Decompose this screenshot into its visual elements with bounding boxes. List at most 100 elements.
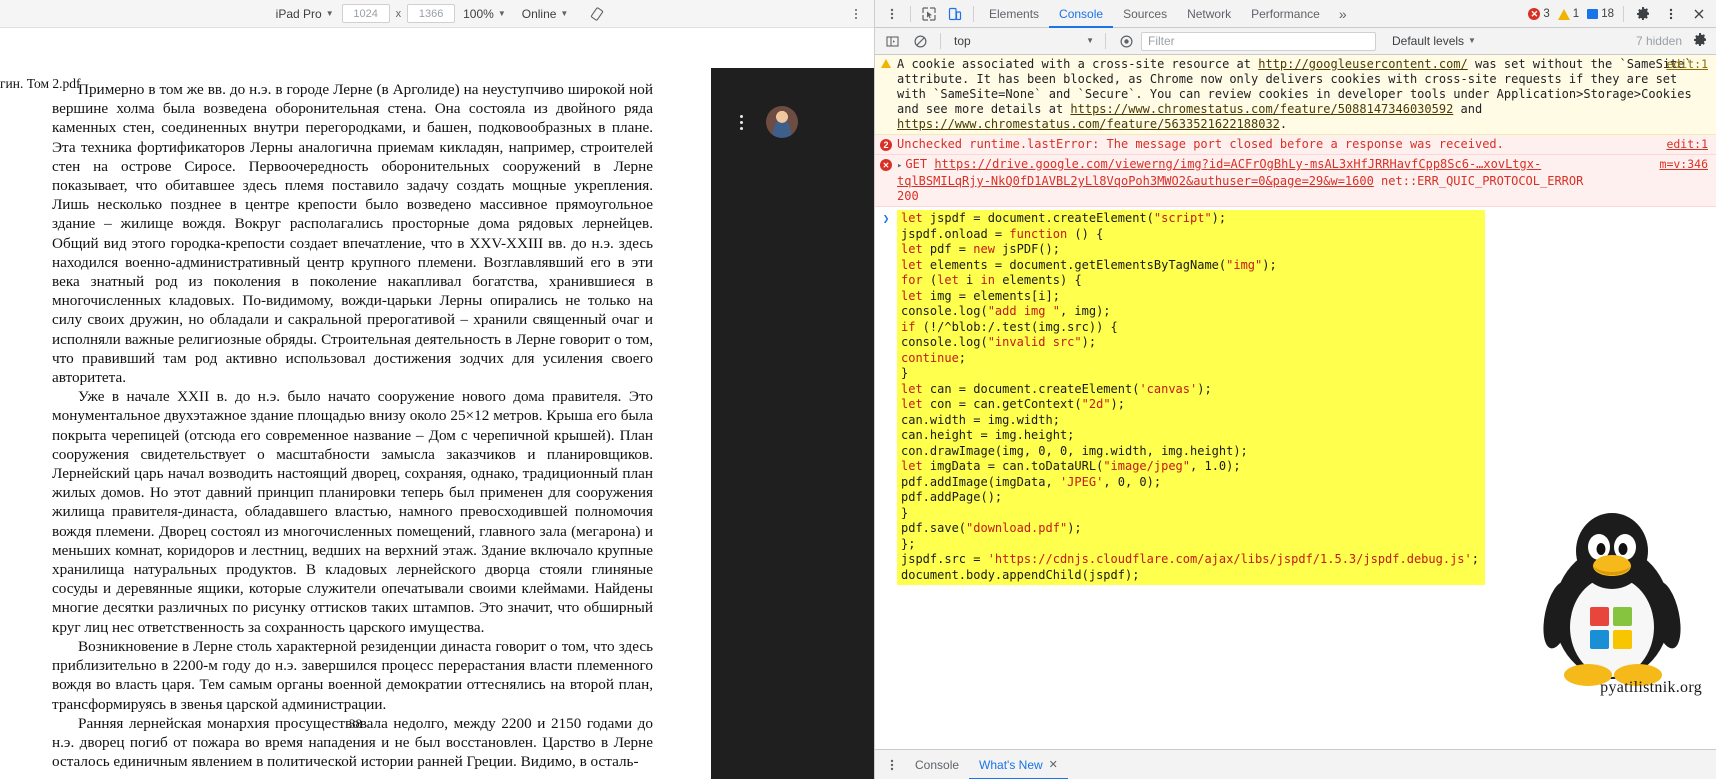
throttling-selector[interactable]: Online ▼ (514, 4, 577, 24)
device-selector-label: iPad Pro (275, 6, 322, 21)
error-counter[interactable]: ✕ 3 (1525, 8, 1552, 20)
page-preview-pane: iPad Pro ▼ x 100% ▼ Online ▼ (0, 0, 875, 779)
info-count: 18 (1601, 8, 1614, 20)
inspect-element-icon[interactable] (916, 2, 942, 26)
error-count: 2 (880, 139, 892, 151)
drive-more-options-icon[interactable] (735, 114, 747, 130)
chevron-down-icon: ▼ (560, 8, 569, 18)
console-code-snippet[interactable]: let jspdf = document.createElement("scri… (897, 210, 1485, 585)
dot (855, 8, 857, 11)
text-segment: and (1453, 102, 1490, 116)
warning-count: 1 (1572, 8, 1580, 20)
error-count: 3 (1543, 8, 1550, 20)
error-circle-icon: ✕ (1528, 8, 1541, 20)
device-more-options-icon[interactable] (848, 6, 864, 22)
zoom-selector[interactable]: 100% ▼ (455, 4, 514, 24)
devtools-main-menu-icon[interactable] (1658, 2, 1684, 26)
console-message-text: ▸ GET https://drive.google.com/viewerng/i… (897, 157, 1716, 204)
toggle-device-toolbar-icon[interactable] (942, 2, 968, 26)
chevron-down-icon: ▼ (1086, 36, 1094, 45)
tab-network[interactable]: Network (1177, 0, 1241, 28)
emulated-viewport[interactable]: гин. Том 2.pdf Примерно в том же вв. до … (0, 28, 874, 779)
text-segment: GET (905, 157, 935, 171)
message-source-link[interactable]: m=v:346 (1660, 157, 1708, 172)
console-message-list[interactable]: A cookie associated with a cross-site re… (875, 55, 1716, 749)
expand-arrow-icon[interactable]: ▸ (897, 161, 902, 171)
device-height-input[interactable] (407, 4, 456, 23)
console-message-text: Unchecked runtime.lastError: The message… (897, 137, 1504, 151)
info-message-icon (1587, 9, 1599, 19)
text-segment: net::ERR_QUIC_PROTOCOL_ERROR (1373, 174, 1584, 188)
device-selector[interactable]: iPad Pro ▼ (268, 4, 342, 24)
devtools-panel: Elements Console Sources Network Perform… (875, 0, 1716, 779)
console-filter-toolbar: top ▼ Default levels ▼ 7 hidden (875, 28, 1716, 55)
drive-viewer-chrome (711, 68, 874, 779)
close-icon[interactable]: ✕ (1049, 750, 1058, 779)
document-title-clipped: гин. Том 2.pdf (0, 76, 81, 91)
divider (973, 5, 974, 22)
console-evaluated-expression[interactable]: ❯ let jspdf = document.createElement("sc… (875, 207, 1716, 589)
device-width-input[interactable] (341, 4, 390, 23)
drawer-more-options-icon[interactable] (879, 753, 905, 777)
tab-performance[interactable]: Performance (1241, 0, 1330, 28)
drawer-tab-label: What's New (979, 757, 1043, 772)
divider (940, 33, 941, 49)
console-sidebar-icon[interactable] (879, 29, 905, 53)
divider (910, 5, 911, 22)
console-message-warning[interactable]: A cookie associated with a cross-site re… (875, 55, 1716, 135)
avatar[interactable] (766, 106, 798, 138)
zoom-selector-label: 100% (463, 6, 494, 21)
execution-context-label: top (954, 34, 971, 48)
tab-elements[interactable]: Elements (979, 0, 1049, 28)
console-message-network-error[interactable]: ▸GET https://drive.google.com/viewerng/i… (875, 155, 1716, 207)
device-emulation-toolbar: iPad Pro ▼ x 100% ▼ Online ▼ (0, 0, 874, 28)
expand-arrow-icon[interactable]: ❯ (875, 210, 897, 585)
rotate-icon[interactable] (588, 5, 606, 23)
execution-context-selector[interactable]: top ▼ (948, 31, 1098, 51)
log-levels-selector[interactable]: Default levels ▼ (1384, 31, 1484, 51)
text-segment: 200 (897, 189, 919, 203)
tab-sources[interactable]: Sources (1113, 0, 1177, 28)
chevron-down-icon: ▼ (497, 8, 506, 18)
link[interactable]: http://googleusercontent.com/ (1258, 57, 1468, 71)
tab-console[interactable]: Console (1049, 0, 1113, 28)
drawer-tab-console[interactable]: Console (905, 750, 969, 779)
paragraph: Уже в начале XXII в. до н.э. было начато… (52, 388, 653, 636)
chevron-down-icon: ▼ (1468, 36, 1476, 45)
gear-icon[interactable] (1630, 2, 1656, 26)
clear-console-icon[interactable] (907, 29, 933, 53)
devtools-window: iPad Pro ▼ x 100% ▼ Online ▼ (0, 0, 1716, 779)
chevron-double-right-icon[interactable]: » (1330, 6, 1356, 22)
console-message-error[interactable]: 2 Unchecked runtime.lastError: The messa… (875, 135, 1716, 155)
console-settings-gear-icon[interactable] (1692, 32, 1710, 50)
throttling-selector-label: Online (521, 6, 557, 21)
info-counter[interactable]: 18 (1584, 8, 1617, 20)
warning-triangle-icon (875, 57, 897, 132)
message-source-link[interactable]: edit:1 (1666, 137, 1708, 152)
paragraph: Возникновение в Лерне столь характерной … (52, 637, 653, 713)
text-segment: . (1279, 117, 1288, 131)
divider (1623, 6, 1624, 22)
paragraph: Примерно в том же вв. до н.э. в городе Л… (52, 81, 653, 387)
close-icon[interactable] (1686, 2, 1712, 26)
devtools-tabbar-actions: ✕ 3 1 18 (1525, 0, 1712, 28)
dot (739, 120, 743, 124)
link[interactable]: https://drive.google.com/viewerng/img?id… (934, 157, 1541, 171)
error-count-badge-icon: 2 (875, 137, 897, 152)
warning-counter[interactable]: 1 (1555, 8, 1582, 20)
watermark-caption: pyatilistnik.org (1600, 679, 1702, 696)
link[interactable]: https://www.chromestatus.com/feature/563… (897, 117, 1280, 131)
console-filter-input[interactable] (1141, 31, 1376, 51)
link[interactable]: https://www.chromestatus.com/feature/508… (1070, 102, 1453, 116)
live-expression-icon[interactable] (1113, 29, 1139, 53)
devtools-drawer-tabbar: Console What's New ✕ (875, 749, 1716, 779)
text-segment: A cookie associated with a cross-site re… (897, 57, 1259, 71)
divider (1105, 33, 1106, 49)
dot (739, 126, 743, 130)
drawer-tab-whats-new[interactable]: What's New ✕ (969, 750, 1068, 779)
devtools-more-options-icon[interactable] (879, 2, 905, 26)
chevron-down-icon: ▼ (325, 8, 334, 18)
message-source-link[interactable]: edit:1 (1666, 57, 1708, 72)
log-levels-label: Default levels (1392, 34, 1465, 48)
link[interactable]: tqlBSMILqRjy-NkQ0fD1AVBL2yLl8VqoPoh3MWO2… (897, 174, 1374, 188)
